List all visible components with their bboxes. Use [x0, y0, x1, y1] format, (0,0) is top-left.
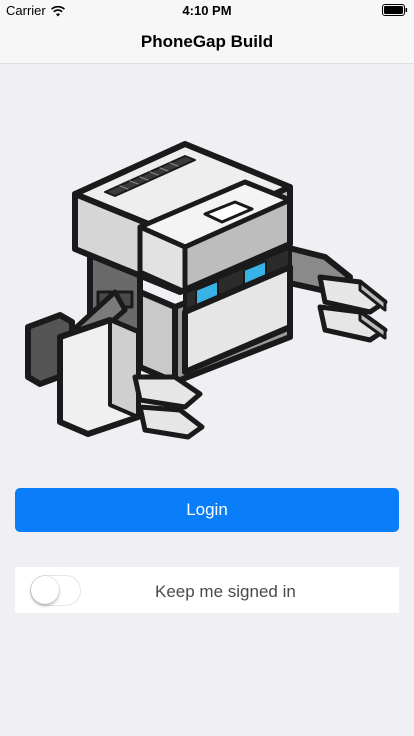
nav-bar: PhoneGap Build — [0, 20, 414, 64]
keep-signed-in-row: Keep me signed in — [15, 567, 399, 613]
status-bar: Carrier 4:10 PM — [0, 0, 414, 20]
battery-icon — [382, 4, 408, 16]
status-time: 4:10 PM — [182, 3, 232, 18]
screen: Carrier 4:10 PM PhoneGap Build Login Kee… — [0, 0, 414, 736]
phonegap-robot-mascot — [20, 132, 394, 448]
toggle-knob — [31, 576, 59, 604]
keep-signed-in-toggle[interactable] — [30, 575, 81, 606]
keep-signed-in-label: Keep me signed in — [155, 582, 296, 601]
page-title: PhoneGap Build — [140, 32, 274, 51]
login-button[interactable]: Login — [15, 488, 399, 532]
